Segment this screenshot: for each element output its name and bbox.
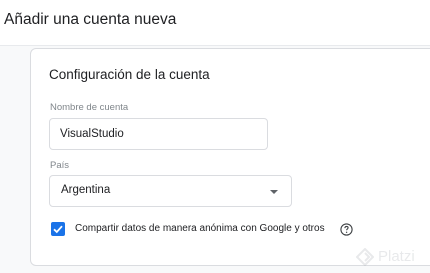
country-select[interactable]: Argentina: [49, 175, 292, 207]
help-circle-icon[interactable]: [340, 223, 353, 236]
watermark-text: Platzi: [378, 248, 415, 265]
account-name-label: Nombre de cuenta: [50, 102, 129, 113]
account-name-input[interactable]: [49, 118, 268, 150]
data-sharing-checkbox[interactable]: [51, 222, 65, 236]
checkmark-icon: [53, 225, 63, 234]
country-selected-value: Argentina: [61, 184, 111, 196]
platzi-logo-icon: [356, 248, 374, 266]
country-label: País: [50, 160, 70, 171]
data-sharing-label: Compartir datos de manera anónima con Go…: [75, 223, 325, 234]
section-title: Configuración de la cuenta: [49, 67, 210, 82]
page-title: Añadir una cuenta nueva: [4, 11, 177, 28]
arrow-drop-down-icon: [270, 190, 278, 194]
